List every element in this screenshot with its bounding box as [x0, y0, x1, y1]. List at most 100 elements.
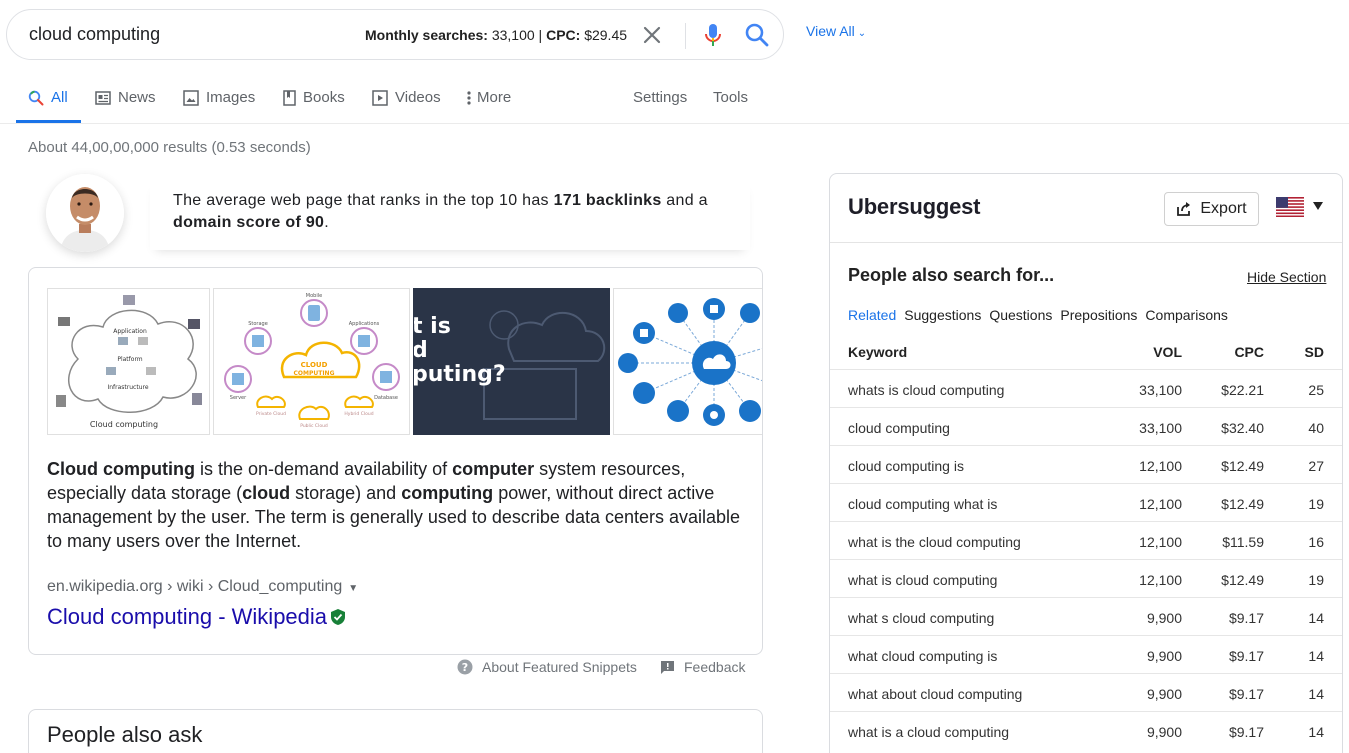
thumb-label-computing: COMPUTING [293, 370, 334, 377]
header-vol[interactable]: VOL [1153, 344, 1182, 360]
table-row[interactable]: what s cloud computing 9,900 $9.17 14 [830, 597, 1342, 635]
header-sd[interactable]: SD [1305, 344, 1324, 360]
thumb-label-server: Server [230, 395, 247, 401]
row-keyword: cloud computing [848, 420, 950, 436]
what-is-cloud-computing-image: t is d puting? [414, 289, 609, 434]
people-also-ask-title: People also ask [47, 722, 203, 747]
result-title-text: Cloud computing - Wikipedia [47, 604, 328, 629]
row-vol: 12,100 [1139, 572, 1182, 588]
table-row[interactable]: cloud computing what is 12,100 $12.49 19 [830, 483, 1342, 521]
header-keyword[interactable]: Keyword [848, 344, 907, 360]
subtab-questions[interactable]: Questions [989, 307, 1052, 323]
row-sd: 16 [1308, 534, 1324, 550]
view-all-link[interactable]: View All ⌄ [806, 23, 866, 39]
row-sd: 40 [1308, 420, 1324, 436]
desc-bold-4: computing [401, 483, 494, 503]
thumb-label-cloud: CLOUD [301, 361, 328, 369]
row-cpc: $12.49 [1221, 458, 1264, 474]
subtab-prepositions[interactable]: Prepositions [1060, 307, 1137, 323]
image-thumbnail[interactable]: Application Platform Infrastructure Clou… [47, 288, 210, 435]
cpc-value: $29.45 [584, 27, 628, 43]
search-icon [28, 90, 44, 105]
thumb-text-line-1: t is [414, 314, 451, 339]
tab-images-label: Images [206, 89, 256, 106]
cloud-computing-diagram-image: CLOUD COMPUTING Mobile Storage Applicati… [214, 289, 409, 434]
desc-bold-3: cloud [242, 483, 291, 503]
tab-videos[interactable]: Videos [372, 89, 441, 106]
header-cpc[interactable]: CPC [1234, 344, 1264, 360]
monthly-searches-label: Monthly searches: [365, 27, 488, 43]
table-row[interactable]: what is a cloud computing 9,900 $9.17 14 [830, 711, 1342, 749]
caret-down-icon[interactable] [1313, 202, 1323, 210]
search-icon[interactable] [744, 22, 770, 48]
search-box[interactable]: cloud computing Monthly searches: 33,100… [6, 9, 784, 60]
tab-tools[interactable]: Tools [713, 89, 748, 106]
keyword-metrics: Monthly searches: 33,100 | CPC: $29.45 [365, 27, 627, 43]
help-icon: ? [457, 659, 473, 675]
table-row[interactable]: cloud computing 33,100 $32.40 40 [830, 407, 1342, 445]
row-keyword: what is cloud computing [848, 572, 998, 588]
tab-videos-label: Videos [395, 89, 441, 106]
us-flag-icon[interactable] [1276, 197, 1304, 217]
feedback-button[interactable]: Feedback [660, 659, 745, 675]
featured-snippet: Application Platform Infrastructure Clou… [28, 267, 763, 655]
table-row[interactable]: cloud computing is 12,100 $12.49 27 [830, 445, 1342, 483]
subtab-related[interactable]: Related [848, 307, 896, 323]
search-input[interactable]: cloud computing [29, 24, 160, 45]
about-featured-snippets[interactable]: ? About Featured Snippets [457, 659, 637, 675]
image-thumbnail[interactable] [613, 288, 762, 435]
tab-images[interactable]: Images [183, 89, 255, 106]
seo-tip-bubble: The average web page that ranks in the t… [150, 180, 750, 250]
row-vol: 9,900 [1146, 724, 1182, 740]
thumb-text-line-2: d [414, 338, 428, 363]
metrics-separator: | [538, 27, 543, 43]
table-row[interactable]: whats is cloud computing 33,100 $22.21 25 [830, 369, 1342, 407]
image-thumbnail[interactable]: t is d puting? [413, 288, 610, 435]
source-url[interactable]: en.wikipedia.org › wiki › Cloud_computin… [47, 578, 358, 596]
tab-more-label: More [477, 89, 512, 106]
row-vol: 9,900 [1146, 648, 1182, 664]
tab-settings[interactable]: Settings [633, 89, 687, 106]
tab-more[interactable]: More [466, 89, 511, 106]
row-cpc: $9.17 [1228, 724, 1264, 740]
hide-section-link[interactable]: Hide Section [1247, 269, 1326, 285]
table-row[interactable]: what is the cloud computing 12,100 $11.59 1… [830, 521, 1342, 559]
microphone-icon[interactable] [701, 22, 725, 48]
desc-bold-1: Cloud computing [47, 459, 195, 479]
row-vol: 33,100 [1139, 420, 1182, 436]
desc-text-1: is the on-demand availability of [194, 459, 453, 479]
row-sd: 19 [1308, 496, 1324, 512]
export-label: Export [1200, 200, 1247, 217]
image-thumbnail[interactable]: CLOUD COMPUTING Mobile Storage Applicati… [213, 288, 410, 435]
monthly-searches-value: 33,100 [491, 27, 535, 43]
row-vol: 12,100 [1139, 496, 1182, 512]
export-button[interactable]: Export [1164, 192, 1259, 226]
row-keyword: what is a cloud computing [848, 724, 1010, 740]
table-header: Keyword VOL CPC SD [830, 331, 1342, 369]
close-icon[interactable] [640, 23, 664, 47]
row-keyword: what about cloud computing [848, 686, 1023, 702]
thumb-label-application: Application [113, 328, 147, 335]
tab-all-label: All [51, 89, 68, 106]
tab-news[interactable]: News [95, 89, 156, 106]
table-row[interactable]: what cloud computing is 9,900 $9.17 14 [830, 635, 1342, 673]
tip-text-3: . [324, 214, 329, 231]
svg-text:?: ? [462, 661, 468, 674]
table-row[interactable]: what about cloud computing 9,900 $9.17 14 [830, 673, 1342, 711]
image-carousel: Application Platform Infrastructure Clou… [47, 288, 762, 435]
row-sd: 25 [1308, 382, 1324, 398]
cpc-label: CPC: [546, 27, 581, 43]
table-row[interactable]: what is cloud computing 12,100 $12.49 19 [830, 559, 1342, 597]
caret-down-icon[interactable]: ▼ [348, 583, 358, 594]
row-vol: 9,900 [1146, 686, 1182, 702]
subtab-suggestions[interactable]: Suggestions [904, 307, 981, 323]
thumb-label-platform: Platform [117, 356, 142, 363]
thumb-label-database: Database [374, 395, 398, 401]
tip-backlinks: 171 backlinks [553, 192, 662, 209]
search-tabs: All News Images Books Videos More Settin… [0, 78, 1349, 124]
result-title-link[interactable]: Cloud computing - Wikipedia [47, 604, 346, 630]
tab-all[interactable]: All [28, 89, 68, 106]
subtab-comparisons[interactable]: Comparisons [1145, 307, 1227, 323]
tab-books[interactable]: Books [283, 89, 345, 106]
thumb-label-private-cloud: Private Cloud [256, 411, 286, 417]
